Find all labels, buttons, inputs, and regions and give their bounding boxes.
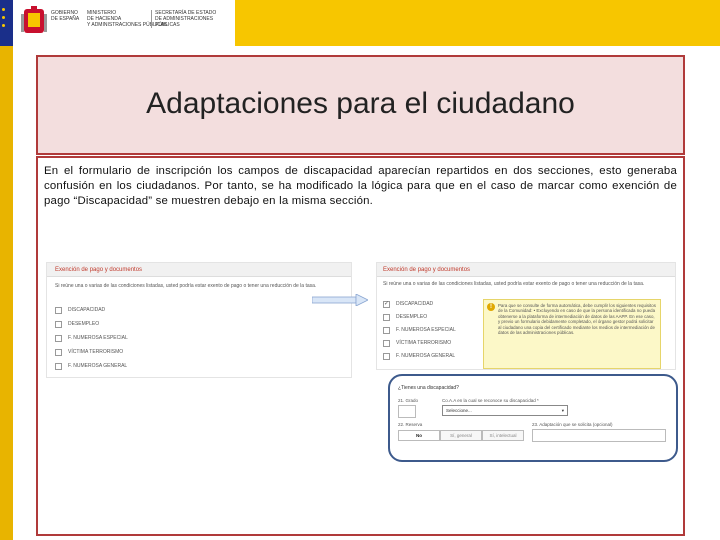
grade-label: 21. Grado	[398, 398, 419, 403]
checkbox[interactable]	[55, 320, 62, 328]
adaptation-input[interactable]	[532, 429, 666, 442]
left-option-row[interactable]: F. NUMEROSA GENERAL	[55, 361, 127, 371]
right-option-row[interactable]: F. NUMEROSA ESPECIAL	[383, 325, 456, 335]
left-panel-note: Si reúne una o varias de las condiciones…	[55, 283, 317, 289]
community-select[interactable]: Seleccione... ▾	[442, 405, 568, 416]
grade-input[interactable]	[398, 405, 416, 418]
checkbox[interactable]	[383, 339, 390, 347]
warning-icon: !	[487, 303, 495, 311]
left-option-row[interactable]: VÍCTIMA TERRORISMO	[55, 347, 123, 357]
government-logo-box: GOBIERNO DE ESPAÑA MINISTERIO DE HACIEND…	[13, 0, 235, 46]
checkbox-checked[interactable]: ✓	[383, 300, 390, 308]
slide-title: Adaptaciones para el ciudadano	[146, 87, 575, 120]
checkbox[interactable]	[55, 362, 62, 370]
checkbox[interactable]	[55, 348, 62, 356]
checkbox[interactable]	[383, 326, 390, 334]
right-panel-note: Si reúne una o varias de las condiciones…	[383, 281, 645, 287]
right-form-screenshot: Exención de pago y documentos Si reúne u…	[376, 262, 676, 370]
checkbox[interactable]	[55, 306, 62, 314]
right-option-row[interactable]: ✓ DISCAPACIDAD	[383, 299, 433, 309]
government-label: GOBIERNO DE ESPAÑA	[51, 10, 80, 22]
slide-body-text: En el formulario de inscripción los camp…	[44, 165, 677, 207]
right-option-row[interactable]: F. NUMEROSA GENERAL	[383, 351, 455, 361]
side-bar	[0, 46, 13, 540]
right-option-row[interactable]: DESEMPLEO	[383, 312, 427, 322]
left-option-row[interactable]: DISCAPACIDAD	[55, 305, 105, 315]
coat-of-arms-icon	[21, 6, 47, 33]
info-note: ! Para que se consulte de forma automáti…	[483, 299, 661, 369]
checkbox[interactable]	[383, 313, 390, 321]
segment-intellectual[interactable]: Sí, intelectual	[482, 430, 524, 441]
chevron-down-icon: ▾	[561, 408, 564, 413]
secretary-label: SECRETARÍA DE ESTADO DE ADMINISTRACIONES…	[151, 10, 235, 28]
disability-subform: ¿Tienes una discapacidad? 21. Grado Co.A…	[388, 374, 678, 462]
left-panel-title: Exención de pago y documentos	[47, 263, 351, 277]
disability-question: ¿Tienes una discapacidad?	[398, 385, 459, 391]
segment-general[interactable]: Sí, general	[440, 430, 482, 441]
reserve-label: 22. Reserva	[398, 422, 423, 427]
checkbox[interactable]	[55, 334, 62, 342]
adaptation-label: 23. Adaptación que se solicita (opcional…	[532, 422, 613, 427]
left-form-screenshot: Exención de pago y documentos Si reúne u…	[46, 262, 352, 378]
title-box: Adaptaciones para el ciudadano	[36, 55, 685, 155]
checkbox[interactable]	[383, 352, 390, 360]
recognized-label: Co.A.A en la cual se reconoce su discapa…	[442, 398, 539, 403]
left-option-row[interactable]: DESEMPLEO	[55, 319, 99, 329]
segment-no[interactable]: No	[398, 430, 440, 441]
right-panel-title: Exención de pago y documentos	[377, 263, 675, 277]
right-option-row[interactable]: VÍCTIMA TERRORISMO	[383, 338, 451, 348]
arrow-right-icon	[312, 294, 368, 306]
left-option-row[interactable]: F. NUMEROSA ESPECIAL	[55, 333, 128, 343]
flag-strip	[0, 0, 13, 46]
